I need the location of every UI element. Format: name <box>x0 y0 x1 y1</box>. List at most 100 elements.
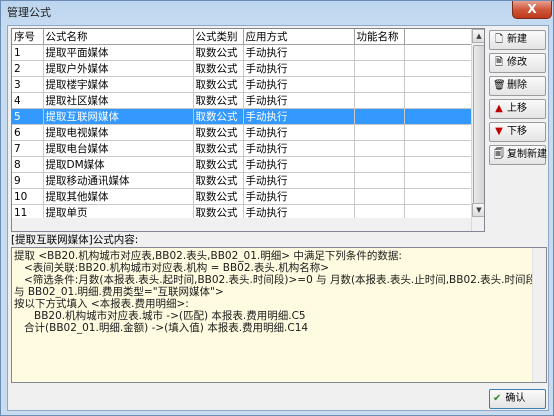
column-header-apply-method[interactable]: 应用方式 <box>243 29 355 45</box>
down-arrow-icon: ▼ <box>495 126 503 137</box>
cell-function-name <box>354 76 405 93</box>
edit-button[interactable]: 🗎 修改 <box>489 53 546 73</box>
cell-index: 6 <box>12 124 44 141</box>
cell-formula-name: 提取电视媒体 <box>43 124 194 141</box>
column-header-formula-name[interactable]: 公式名称 <box>43 29 194 45</box>
cell-filler <box>404 140 471 157</box>
scroll-down-arrow-icon[interactable]: ▼ <box>472 203 484 217</box>
table-row[interactable]: 2 提取户外媒体 取数公式 手动执行 <box>12 60 471 77</box>
formula-line: BB20.机构城市对应表.城市 ->(匹配) 本报表.费用明细.C5 <box>14 310 306 322</box>
formula-content-textarea[interactable]: 提取 <BB20.机构城市对应表,BB02.表头,BB02_01.明细> 中满足… <box>11 247 547 383</box>
cell-index: 9 <box>12 172 44 189</box>
cell-filler <box>404 156 471 173</box>
move-down-button-label: 下移 <box>507 126 527 137</box>
cell-function-name <box>354 188 405 205</box>
cell-formula-name: 提取平面媒体 <box>43 44 194 61</box>
cell-function-name <box>354 44 405 61</box>
cell-function-name <box>354 172 405 189</box>
column-header-filler <box>404 29 471 45</box>
cell-apply-method: 手动执行 <box>243 172 355 189</box>
cell-formula-type: 取数公式 <box>193 188 244 205</box>
cell-index: 1 <box>12 44 44 61</box>
edit-button-label: 修改 <box>507 57 527 68</box>
cell-index: 7 <box>12 140 44 157</box>
cell-filler <box>404 108 471 125</box>
formula-line: <筛选条件:月数(本报表.表头.起时间,BB02.表头.时间段)>=0 与 月数… <box>14 274 547 286</box>
cell-function-name <box>354 60 405 77</box>
cell-filler <box>404 92 471 109</box>
move-down-button[interactable]: ▼ 下移 <box>489 122 546 142</box>
cell-function-name <box>354 108 405 125</box>
cell-function-name <box>354 124 405 141</box>
cell-formula-type: 取数公式 <box>193 140 244 157</box>
table-row[interactable]: 4 提取社区媒体 取数公式 手动执行 <box>12 92 471 109</box>
cell-apply-method: 手动执行 <box>243 156 355 173</box>
cell-apply-method: 手动执行 <box>243 124 355 141</box>
column-header-function-name[interactable]: 功能名称 <box>354 29 405 45</box>
column-header-index[interactable]: 序号 <box>12 29 44 45</box>
close-button[interactable]: X <box>512 1 552 19</box>
new-button[interactable]: 🗋 新建 <box>489 30 546 50</box>
table-row[interactable]: 3 提取楼宇媒体 取数公式 手动执行 <box>12 76 471 93</box>
copy-new-button-label: 复制新建 <box>507 149 547 160</box>
cell-formula-name: 提取电台媒体 <box>43 140 194 157</box>
scroll-up-arrow-icon[interactable]: ▲ <box>472 29 484 43</box>
cell-apply-method: 手动执行 <box>243 44 355 61</box>
cell-formula-type: 取数公式 <box>193 156 244 173</box>
column-header-formula-type[interactable]: 公式类别 <box>193 29 244 45</box>
cell-apply-method: 手动执行 <box>243 108 355 125</box>
cell-index: 8 <box>12 156 44 173</box>
move-up-button-label: 上移 <box>507 103 527 114</box>
cell-formula-type: 取数公式 <box>193 172 244 189</box>
table-row[interactable]: 9 提取移动通讯媒体 取数公式 手动执行 <box>12 172 471 189</box>
copy-new-button[interactable]: 🗐 复制新建 <box>489 145 547 165</box>
new-button-label: 新建 <box>507 34 527 45</box>
dialog-client-area: 序号 公式名称 公式类别 应用方式 功能名称 1 提取平面媒体 取数公式 手动执行 2 提… <box>7 25 549 411</box>
cell-filler <box>404 124 471 141</box>
edit-icon: 🗎 <box>494 57 504 68</box>
cell-index: 2 <box>12 60 44 77</box>
formula-table: 序号 公式名称 公式类别 应用方式 功能名称 1 提取平面媒体 取数公式 手动执行 2 提… <box>12 29 471 231</box>
formula-line: 合计(BB02_01.明细.金额) ->(填入值) 本报表.费用明细.C14 <box>14 322 309 334</box>
cell-index: 3 <box>12 76 44 93</box>
cell-apply-method: 手动执行 <box>243 140 355 157</box>
cell-filler <box>404 76 471 93</box>
table-row[interactable]: 8 提取DM媒体 取数公式 手动执行 <box>12 156 471 173</box>
cell-formula-name: 提取楼宇媒体 <box>43 76 194 93</box>
table-row[interactable]: 7 提取电台媒体 取数公式 手动执行 <box>12 140 471 157</box>
table-header-row: 序号 公式名称 公式类别 应用方式 功能名称 <box>12 29 471 45</box>
cell-apply-method: 手动执行 <box>243 60 355 77</box>
cell-filler <box>404 44 471 61</box>
cell-formula-name: 提取户外媒体 <box>43 60 194 77</box>
formula-line: 与 BB02_01.明细.费用类型="互联网媒体"> <box>14 286 224 298</box>
delete-button-label: 删除 <box>507 80 527 91</box>
cell-formula-type: 取数公式 <box>193 124 244 141</box>
scrollbar-thumb[interactable] <box>473 45 484 209</box>
cell-formula-name: 提取互联网媒体 <box>43 108 194 125</box>
table-row[interactable]: 5 提取互联网媒体 取数公式 手动执行 <box>12 108 471 125</box>
grid-horizontal-scrollbar[interactable] <box>12 218 471 231</box>
cell-formula-type: 取数公式 <box>193 76 244 93</box>
table-row[interactable]: 10 提取其他媒体 取数公式 手动执行 <box>12 188 471 205</box>
cell-filler <box>404 60 471 77</box>
table-row[interactable]: 6 提取电视媒体 取数公式 手动执行 <box>12 124 471 141</box>
new-document-icon: 🗋 <box>494 34 504 45</box>
up-arrow-icon: ▲ <box>495 103 503 114</box>
window-title: 管理公式 <box>7 6 51 19</box>
grid-vertical-scrollbar[interactable]: ▲ ▼ <box>471 29 484 231</box>
formula-line: 提取 <BB20.机构城市对应表,BB02.表头,BB02_01.明细> 中满足… <box>14 250 402 262</box>
cell-formula-name: 提取其他媒体 <box>43 188 194 205</box>
formula-line: 按以下方式填入 <本报表.费用明细>: <box>14 298 189 310</box>
table-row[interactable]: 1 提取平面媒体 取数公式 手动执行 <box>12 44 471 61</box>
move-up-button[interactable]: ▲ 上移 <box>489 99 546 119</box>
confirm-button[interactable]: ✔ 确认 <box>489 389 546 409</box>
cell-formula-name: 提取移动通讯媒体 <box>43 172 194 189</box>
formula-vertical-scrollbar[interactable] <box>532 248 546 382</box>
cell-function-name <box>354 156 405 173</box>
cell-formula-type: 取数公式 <box>193 44 244 61</box>
formula-grid: 序号 公式名称 公式类别 应用方式 功能名称 1 提取平面媒体 取数公式 手动执行 2 提… <box>11 28 485 232</box>
cell-formula-type: 取数公式 <box>193 108 244 125</box>
delete-button[interactable]: 🗑删除 <box>489 76 546 96</box>
cell-formula-type: 取数公式 <box>193 60 244 77</box>
cell-apply-method: 手动执行 <box>243 92 355 109</box>
